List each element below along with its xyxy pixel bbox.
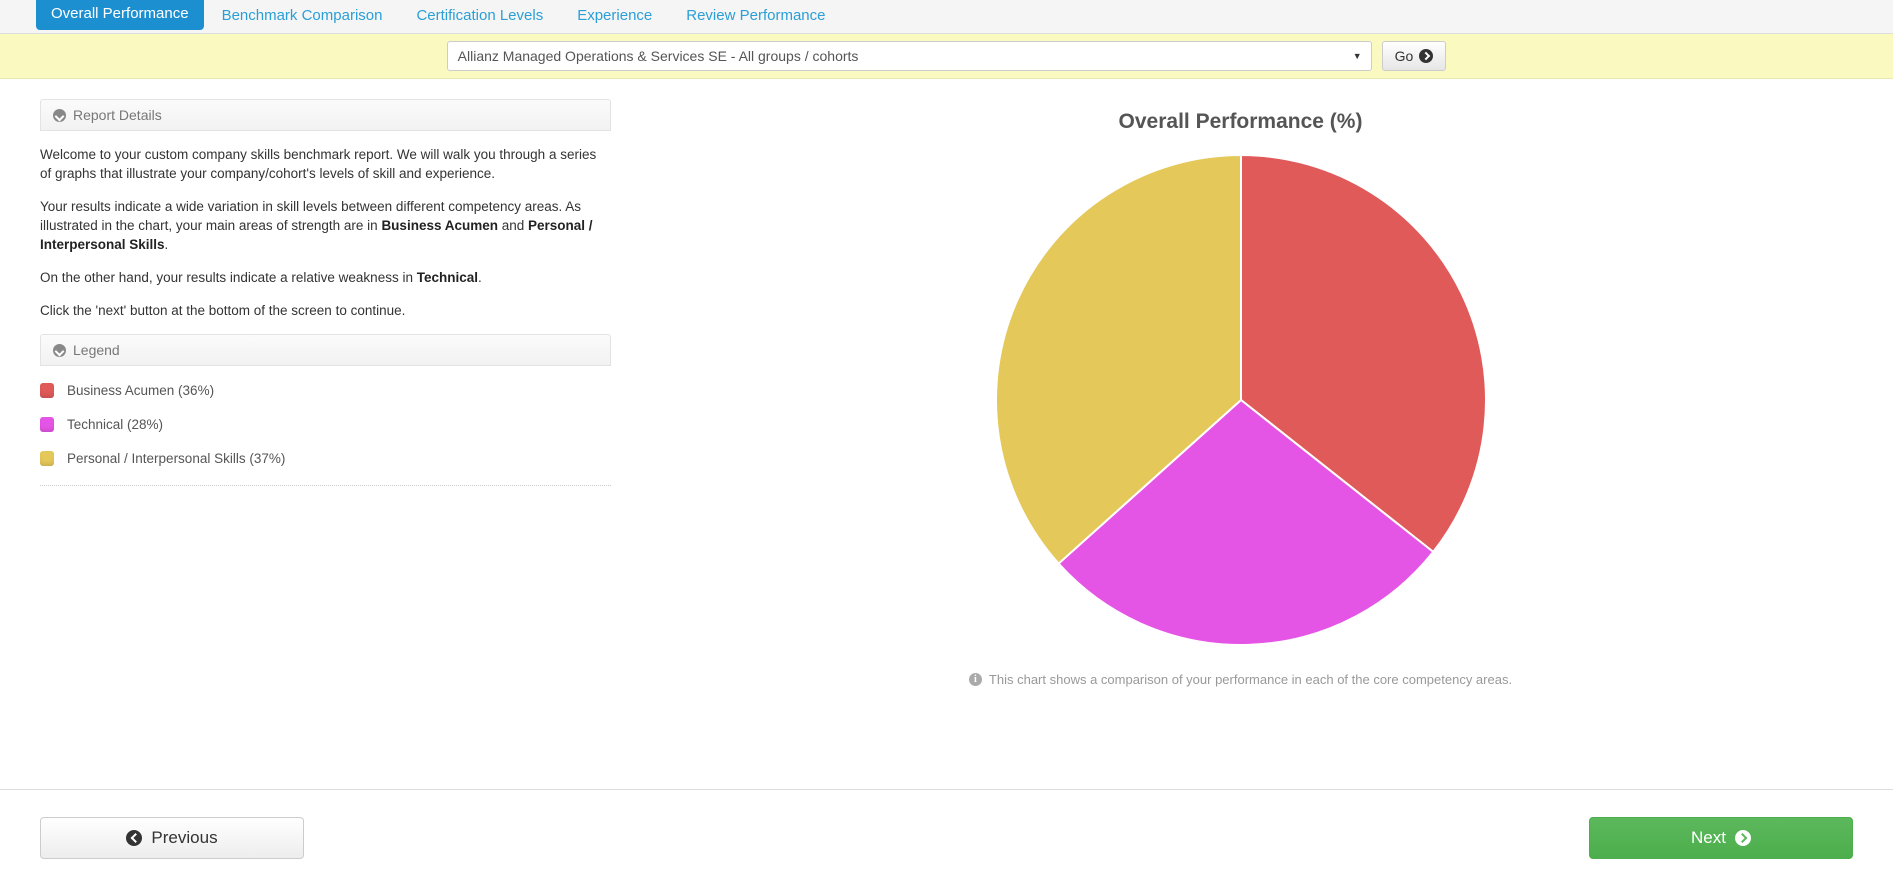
company-selector-bar: Allianz Managed Operations & Services SE… xyxy=(0,34,1893,79)
footer-bar: Previous Next xyxy=(0,789,1893,885)
tab-experience[interactable]: Experience xyxy=(561,0,668,33)
previous-button-label: Previous xyxy=(151,827,218,847)
legend-divider xyxy=(40,485,611,486)
report-paragraph: Your results indicate a wide variation i… xyxy=(40,197,611,254)
chevron-down-circle-icon xyxy=(53,108,66,122)
chart-caption-text: This chart shows a comparison of your pe… xyxy=(988,672,1513,687)
company-select-value: Allianz Managed Operations & Services SE… xyxy=(457,48,859,64)
left-panel: Report Details Welcome to your custom co… xyxy=(0,79,611,783)
go-button-label: Go xyxy=(1394,48,1414,64)
paragraph-text: . xyxy=(164,237,169,252)
chevron-down-icon: ▼ xyxy=(1352,51,1362,61)
report-paragraph: On the other hand, your results indicate… xyxy=(40,268,611,287)
paragraph-text: Welcome to your custom company skills be… xyxy=(40,147,597,181)
pie-chart xyxy=(994,153,1487,646)
arrow-left-circle-icon xyxy=(126,829,143,846)
chart-title: Overall Performance (%) xyxy=(1118,110,1363,133)
legend-list: Business Acumen (36%) Technical (28%) Pe… xyxy=(40,366,611,466)
paragraph-strong: Technical xyxy=(416,270,478,285)
tab-overall-performance[interactable]: Overall Performance xyxy=(36,0,204,30)
next-button-label: Next xyxy=(1691,827,1726,847)
paragraph-strong: Business Acumen xyxy=(381,218,498,233)
previous-button[interactable]: Previous xyxy=(40,816,304,859)
go-button[interactable]: Go xyxy=(1381,41,1447,71)
tab-bar: Overall Performance Benchmark Comparison… xyxy=(0,0,1893,34)
legend-item-label: Business Acumen (36%) xyxy=(67,383,215,398)
info-circle-icon: i xyxy=(968,673,982,686)
arrow-right-circle-icon xyxy=(1419,49,1434,63)
legend-swatch xyxy=(40,383,54,398)
legend-title: Legend xyxy=(73,342,120,358)
legend-item-technical[interactable]: Technical (28%) xyxy=(40,417,611,432)
main-content: Report Details Welcome to your custom co… xyxy=(0,79,1893,783)
legend-header[interactable]: Legend xyxy=(40,334,611,366)
legend-swatch xyxy=(40,451,54,466)
legend-panel: Legend Business Acumen (36%) Technical (… xyxy=(40,334,611,486)
chart-panel: Overall Performance (%) i This chart sho… xyxy=(608,79,1893,783)
paragraph-text: Click the 'next' button at the bottom of… xyxy=(40,303,406,318)
paragraph-text: . xyxy=(478,270,482,285)
legend-item-label: Technical (28%) xyxy=(67,417,164,432)
legend-swatch xyxy=(40,417,54,432)
report-details-title: Report Details xyxy=(73,107,162,123)
report-details-body: Welcome to your custom company skills be… xyxy=(40,131,611,320)
report-paragraph: Click the 'next' button at the bottom of… xyxy=(40,301,611,320)
tab-review-performance[interactable]: Review Performance xyxy=(670,0,841,33)
arrow-right-circle-icon xyxy=(1734,829,1751,846)
report-paragraph: Welcome to your custom company skills be… xyxy=(40,145,611,183)
pie-chart-container xyxy=(588,150,1893,650)
paragraph-text: and xyxy=(497,218,529,233)
next-button[interactable]: Next xyxy=(1589,816,1853,859)
company-select[interactable]: Allianz Managed Operations & Services SE… xyxy=(446,41,1372,71)
pie-slices xyxy=(994,153,1487,646)
legend-item-label: Personal / Interpersonal Skills (37%) xyxy=(67,451,286,466)
tab-certification-levels[interactable]: Certification Levels xyxy=(400,0,559,33)
legend-item-business-acumen[interactable]: Business Acumen (36%) xyxy=(40,383,611,398)
paragraph-text: On the other hand, your results indicate… xyxy=(40,270,417,285)
legend-item-personal-interpersonal-skills[interactable]: Personal / Interpersonal Skills (37%) xyxy=(40,451,611,466)
report-details-header[interactable]: Report Details xyxy=(40,99,611,131)
tab-benchmark-comparison[interactable]: Benchmark Comparison xyxy=(206,0,399,33)
chevron-down-circle-icon xyxy=(53,343,66,357)
chart-caption: i This chart shows a comparison of your … xyxy=(588,672,1893,687)
